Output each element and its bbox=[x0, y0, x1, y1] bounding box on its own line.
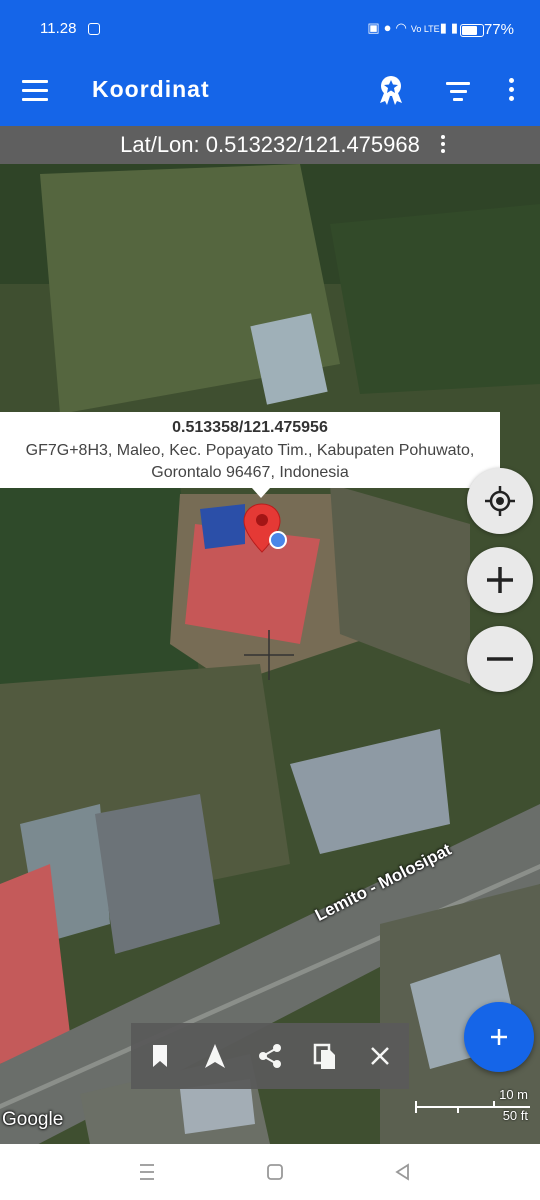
plus-icon bbox=[491, 1029, 507, 1045]
app-title: Koordinat bbox=[92, 76, 210, 102]
back-icon[interactable] bbox=[392, 1162, 414, 1182]
nfc-icon: ▣ bbox=[367, 20, 384, 35]
wifi-icon: ◠ bbox=[395, 20, 411, 35]
menu-icon[interactable] bbox=[22, 80, 48, 102]
zoom-in-button[interactable] bbox=[467, 547, 533, 613]
more-vert-icon[interactable] bbox=[502, 78, 520, 106]
bookmark-icon[interactable] bbox=[145, 1041, 175, 1071]
scale-metric: 10 m bbox=[499, 1087, 528, 1102]
share-icon[interactable] bbox=[255, 1041, 285, 1071]
filter-icon[interactable] bbox=[446, 82, 470, 102]
battery-icon bbox=[460, 24, 484, 37]
status-time: 11.28 bbox=[40, 20, 77, 37]
coordinate-more-icon[interactable] bbox=[439, 135, 447, 157]
signal-icon: ▮▮ bbox=[439, 20, 462, 35]
map-view[interactable]: 0.513358/121.475956 GF7G+8H3, Maleo, Kec… bbox=[0, 164, 540, 1144]
popup-coordinates: 0.513358/121.475956 bbox=[172, 419, 328, 436]
popup-address: GF7G+8H3, Maleo, Kec. Popayato Tim., Kab… bbox=[25, 442, 475, 481]
scale-imperial: 50 ft bbox=[502, 1108, 528, 1123]
google-logo: Google bbox=[2, 1109, 64, 1130]
coordinate-text: Lat/Lon: 0.513232/121.475968 bbox=[120, 132, 420, 157]
status-icons: ▣●◠Vo LTE▮▮ bbox=[367, 20, 462, 36]
screenshot-icon bbox=[88, 23, 100, 35]
copy-icon[interactable] bbox=[310, 1041, 340, 1071]
map-toolbar bbox=[131, 1023, 409, 1089]
my-location-button[interactable] bbox=[467, 468, 533, 534]
zoom-out-button[interactable] bbox=[467, 626, 533, 692]
scale-bar: 10 m 50 ft bbox=[414, 1086, 532, 1130]
close-icon[interactable] bbox=[365, 1041, 395, 1071]
current-location-dot bbox=[269, 531, 287, 549]
my-location-icon bbox=[485, 486, 515, 516]
coordinate-bar: Lat/Lon: 0.513232/121.475968 bbox=[0, 126, 540, 164]
location-icon: ● bbox=[383, 20, 396, 35]
popup-pointer bbox=[252, 488, 270, 498]
location-info-popup[interactable]: 0.513358/121.475956 GF7G+8H3, Maleo, Kec… bbox=[0, 412, 500, 498]
badge-icon[interactable] bbox=[373, 72, 409, 108]
recents-icon[interactable] bbox=[136, 1162, 158, 1182]
minus-icon bbox=[487, 657, 513, 661]
network-label: Vo LTE bbox=[410, 24, 440, 34]
battery-percent: 77% bbox=[483, 21, 514, 38]
app-bar: Koordinat bbox=[0, 62, 540, 126]
home-icon[interactable] bbox=[264, 1162, 286, 1182]
plus-icon bbox=[487, 567, 513, 593]
system-nav-bar bbox=[0, 1144, 540, 1200]
add-fab-button[interactable] bbox=[464, 1002, 534, 1072]
navigate-icon[interactable] bbox=[200, 1041, 230, 1071]
status-bar: 11.28 ▣●◠Vo LTE▮▮ 77% bbox=[0, 0, 540, 62]
crosshair-icon bbox=[244, 630, 294, 680]
